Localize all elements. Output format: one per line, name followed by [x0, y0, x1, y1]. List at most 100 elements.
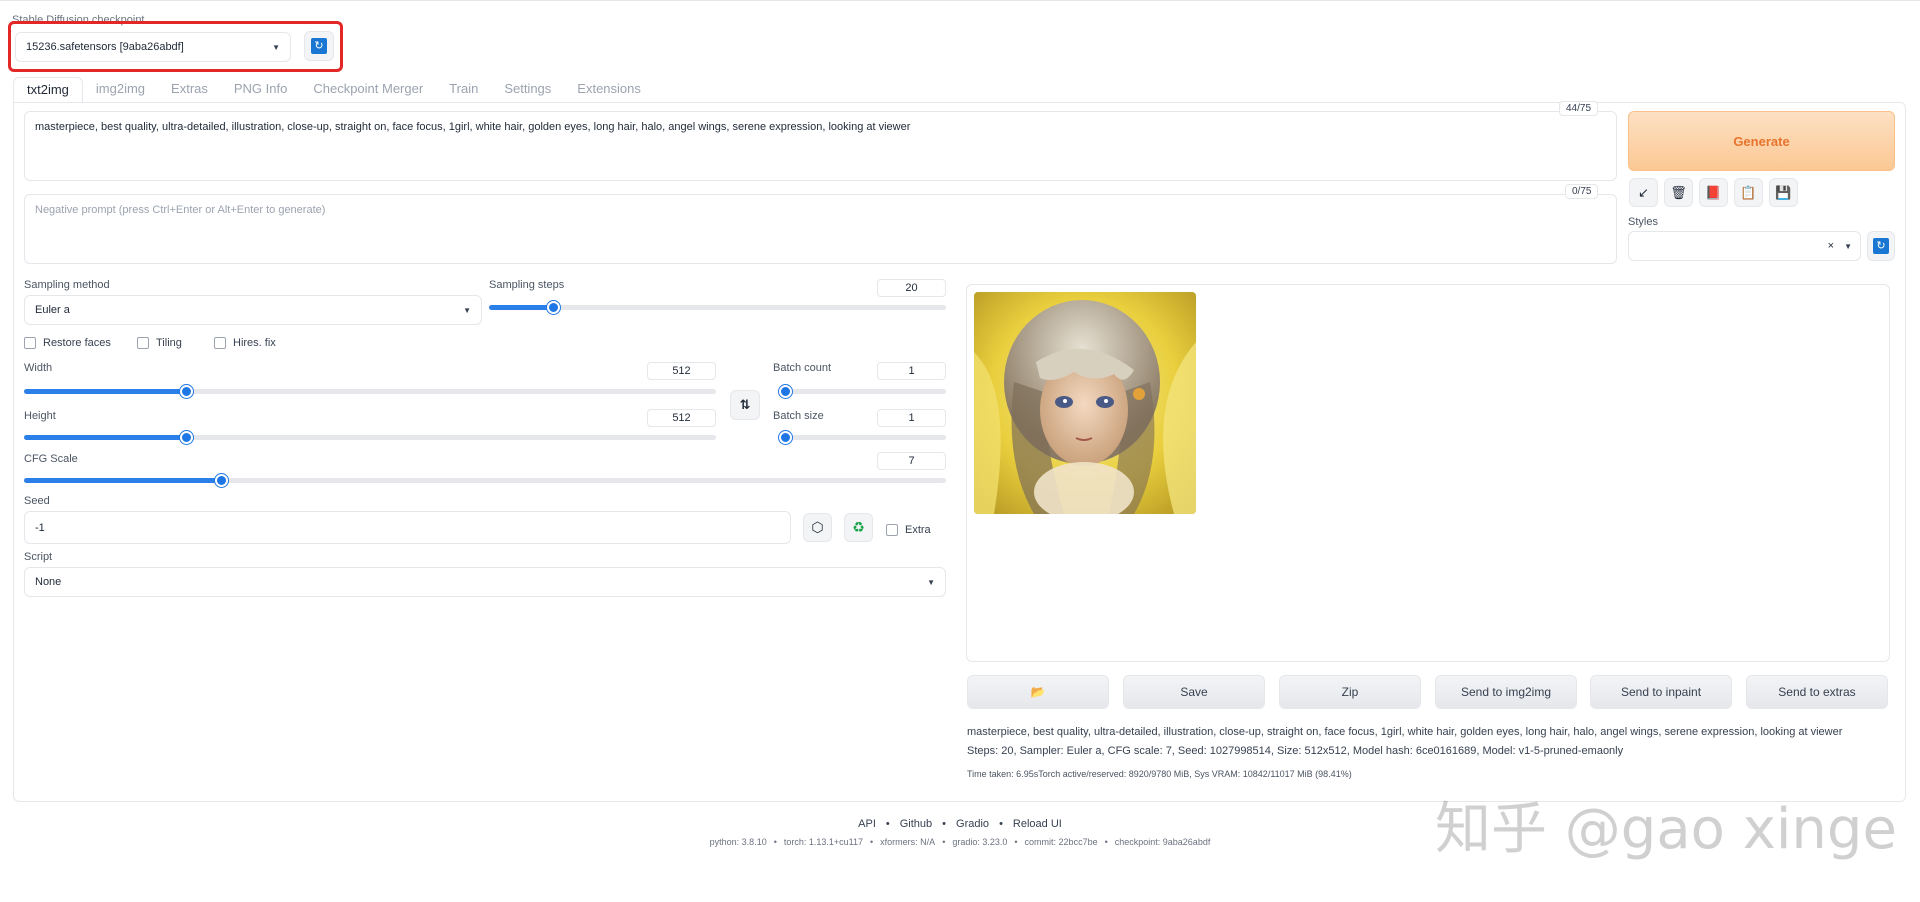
sampling-steps-slider[interactable] [489, 301, 946, 314]
slider-thumb[interactable] [547, 301, 560, 314]
height-input[interactable]: 512 [647, 409, 716, 427]
batch-count-input[interactable]: 1 [877, 362, 946, 380]
sampling-method-select[interactable]: Euler a ▼ [24, 295, 482, 325]
tab-settings[interactable]: Settings [491, 77, 564, 103]
swap-icon: ⇅ [739, 397, 751, 412]
negative-token-counter: 0/75 [1565, 184, 1599, 199]
folder-icon: 📂 [1030, 685, 1046, 699]
checkbox-box[interactable] [214, 337, 226, 349]
cfg-scale-input[interactable]: 7 [877, 452, 946, 470]
footer-link-github[interactable]: Github [900, 818, 932, 830]
script-label: Script [24, 551, 53, 563]
batch-count-slider[interactable] [779, 385, 946, 398]
height-slider[interactable] [24, 431, 716, 444]
tab-checkpoint-merger[interactable]: Checkpoint Merger [300, 77, 436, 103]
footer-link-api[interactable]: API [858, 818, 876, 830]
restore-faces-checkbox[interactable]: Restore faces [24, 337, 111, 349]
tab-train[interactable]: Train [436, 77, 491, 103]
generation-info-params: Steps: 20, Sampler: Euler a, CFG scale: … [967, 745, 1624, 757]
generation-info-prompt: masterpiece, best quality, ultra-detaile… [967, 726, 1843, 738]
restore-faces-label: Restore faces [43, 337, 111, 349]
dice-icon: ⬡ [811, 519, 824, 535]
slider-thumb[interactable] [180, 431, 193, 444]
batch-count-label: Batch count [773, 362, 832, 374]
cfg-scale-slider[interactable] [24, 474, 946, 487]
chevron-down-icon: ▼ [1844, 241, 1852, 251]
generate-button[interactable]: Generate [1628, 111, 1895, 171]
seed-label: Seed [24, 495, 50, 507]
tiling-label: Tiling [156, 337, 182, 349]
clipboard-icon[interactable]: 📋 [1734, 178, 1763, 207]
top-border [0, 0, 1920, 1]
script-value: None [35, 576, 62, 588]
width-label: Width [24, 362, 53, 374]
zip-button[interactable]: Zip [1279, 675, 1421, 709]
slider-thumb[interactable] [779, 385, 792, 398]
generation-time-info: Time taken: 6.95sTorch active/reserved: … [967, 769, 1352, 779]
tab-bar: txt2img img2img Extras PNG Info Checkpoi… [13, 77, 654, 103]
styles-label: Styles [1628, 216, 1658, 228]
clear-icon[interactable]: × [1828, 240, 1834, 252]
version-python: python: 3.8.10 [709, 837, 767, 847]
checkbox-box[interactable] [137, 337, 149, 349]
highlight-box [8, 21, 343, 72]
seed-input[interactable]: -1 [24, 511, 791, 544]
read-params-icon[interactable]: ↙ [1629, 178, 1658, 207]
slider-thumb[interactable] [215, 474, 228, 487]
checkbox-box[interactable] [886, 524, 898, 536]
prompt-input[interactable]: masterpiece, best quality, ultra-detaile… [24, 111, 1617, 181]
send-to-img2img-button[interactable]: Send to img2img [1435, 675, 1577, 709]
negative-prompt-input[interactable]: Negative prompt (press Ctrl+Enter or Alt… [24, 194, 1617, 264]
tab-extensions[interactable]: Extensions [564, 77, 654, 103]
extra-seed-label: Extra [905, 524, 931, 536]
batch-size-label: Batch size [773, 410, 824, 422]
seed-value: -1 [35, 521, 45, 534]
footer-link-reload[interactable]: Reload UI [1013, 818, 1062, 830]
random-seed-button[interactable]: ⬡ [803, 513, 832, 542]
sampling-steps-input[interactable]: 20 [877, 279, 946, 297]
save-style-icon[interactable]: 💾 [1769, 178, 1798, 207]
tab-extras[interactable]: Extras [158, 77, 221, 103]
slider-thumb[interactable] [779, 431, 792, 444]
script-select[interactable]: None ▼ [24, 567, 946, 597]
batch-size-slider[interactable] [779, 431, 946, 444]
version-gradio: gradio: 3.23.0 [952, 837, 1008, 847]
refresh-styles-button[interactable]: ↻ [1867, 231, 1895, 261]
tab-txt2img[interactable]: txt2img [13, 77, 83, 103]
hires-fix-label: Hires. fix [233, 337, 276, 349]
recycle-icon: ♻ [852, 519, 865, 535]
version-checkpoint: checkpoint: 9aba26abdf [1114, 837, 1211, 847]
extra-networks-icon[interactable]: 📕 [1699, 178, 1728, 207]
hires-fix-checkbox[interactable]: Hires. fix [214, 337, 276, 349]
sampling-steps-label: Sampling steps [489, 279, 565, 291]
styles-select[interactable]: × ▼ [1628, 231, 1861, 261]
height-label: Height [24, 410, 56, 422]
swap-dimensions-button[interactable]: ⇅ [730, 390, 760, 420]
open-folder-button[interactable]: 📂 [967, 675, 1109, 709]
tab-img2img[interactable]: img2img [83, 77, 158, 103]
send-to-extras-button[interactable]: Send to extras [1746, 675, 1888, 709]
version-commit: commit: 22bcc7be [1024, 837, 1098, 847]
tab-png-info[interactable]: PNG Info [221, 77, 300, 103]
slider-thumb[interactable] [180, 385, 193, 398]
refresh-icon: ↻ [1873, 238, 1889, 254]
generated-image[interactable] [974, 292, 1196, 514]
version-xformers: xformers: N/A [880, 837, 936, 847]
width-slider[interactable] [24, 385, 716, 398]
tiling-checkbox[interactable]: Tiling [137, 337, 182, 349]
batch-size-input[interactable]: 1 [877, 409, 946, 427]
prompt-token-counter: 44/75 [1559, 101, 1599, 116]
save-button[interactable]: Save [1123, 675, 1265, 709]
watermark: 知乎 @gao xinge [1435, 797, 1897, 862]
checkbox-box[interactable] [24, 337, 36, 349]
footer-link-gradio[interactable]: Gradio [956, 818, 989, 830]
version-torch: torch: 1.13.1+cu117 [783, 837, 864, 847]
sampling-method-value: Euler a [35, 304, 70, 316]
trash-icon[interactable]: 🗑 [1664, 178, 1693, 207]
cfg-scale-label: CFG Scale [24, 453, 78, 465]
extra-seed-checkbox[interactable]: Extra [886, 524, 931, 536]
width-input[interactable]: 512 [647, 362, 716, 380]
send-to-inpaint-button[interactable]: Send to inpaint [1590, 675, 1732, 709]
reuse-seed-button[interactable]: ♻ [844, 513, 873, 542]
sampling-method-label: Sampling method [24, 279, 110, 291]
